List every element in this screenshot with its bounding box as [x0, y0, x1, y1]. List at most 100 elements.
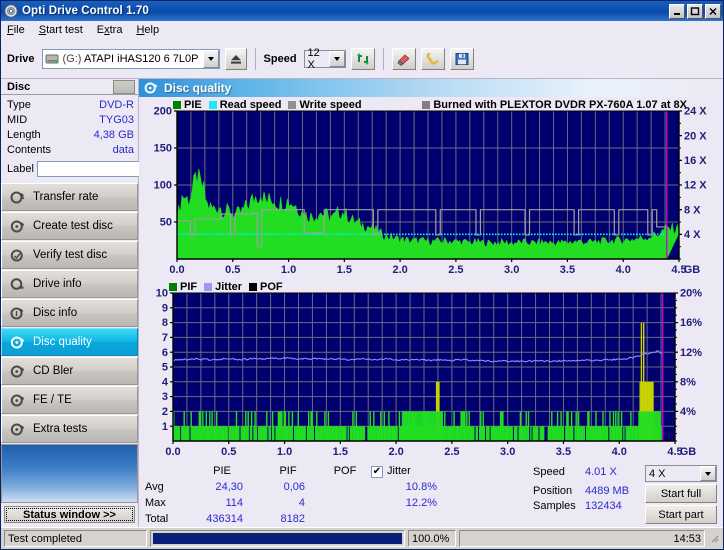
sidebar-item-label: FE / TE — [33, 394, 72, 406]
readout-value: 4489 MB — [585, 485, 630, 497]
jitter-checkbox[interactable]: ✔ — [371, 465, 383, 478]
sidebar-item-label: Create test disc — [33, 220, 113, 232]
status-window-button[interactable]: Status window >> — [4, 506, 135, 523]
disc-panel-header: Disc — [1, 79, 138, 95]
menu-item-help[interactable]: Help — [136, 24, 159, 36]
sidebar-item-disc-info[interactable]: Disc info — [1, 299, 138, 327]
stats-right: Speed 4.01 X Position 4489 MB Samples 13… — [439, 464, 723, 527]
drive-icon — [45, 52, 60, 66]
start-part-button[interactable]: Start part — [645, 505, 717, 524]
stats-max-pof — [319, 496, 371, 511]
save-button[interactable] — [449, 47, 474, 70]
sidebar-item-transfer-rate[interactable]: Transfer rate — [1, 183, 138, 211]
check-icon: ✔ — [372, 465, 382, 477]
erase-button[interactable] — [391, 47, 416, 70]
panel-header: Disc quality — [139, 79, 723, 97]
sidebar-item-disc-quality[interactable]: Disc quality — [1, 328, 138, 356]
svg-text:12 X: 12 X — [684, 180, 707, 192]
main-panel: Disc quality PIE Read speed Write speed … — [139, 79, 723, 527]
pif-chart[interactable]: PIF Jitter POF 10 9 8 7 6 5 4 3 2 1 20% 16% 12% 8% 4% 0… — [139, 279, 723, 461]
svg-text:GB: GB — [684, 264, 701, 276]
sidebar-item-cd-bler[interactable]: CD Bler — [1, 357, 138, 385]
readout-position: Position 4489 MB — [533, 484, 639, 499]
svg-text:0.0: 0.0 — [165, 446, 180, 458]
speed-value: 12 X — [307, 46, 320, 71]
drive-select[interactable]: (G:) ATAPI iHAS120 6 7L0P — [41, 48, 220, 69]
refresh-button[interactable] — [350, 47, 375, 70]
sidebar-item-label: Transfer rate — [33, 191, 99, 203]
svg-text:4.0: 4.0 — [612, 446, 627, 458]
test-speed-select[interactable]: 4 X — [645, 465, 717, 482]
svg-text:200: 200 — [154, 106, 172, 118]
svg-text:9: 9 — [162, 302, 168, 314]
stats-corner — [145, 464, 187, 479]
toolbar: Drive (G:) ATAPI iHAS120 6 7L0P Speed 12… — [1, 39, 723, 79]
chevron-down-icon[interactable] — [328, 50, 345, 67]
disc-quality-icon — [144, 81, 158, 95]
start-full-button[interactable]: Start full — [645, 484, 717, 503]
pie-chart[interactable]: PIE Read speed Write speed Burned with P… — [139, 97, 723, 279]
status-message: Test completed — [4, 530, 147, 547]
svg-text:0.5: 0.5 — [221, 446, 236, 458]
sidebar-item-fe-te[interactable]: FE / TE — [1, 386, 138, 414]
window-controls — [669, 3, 721, 19]
stats-avg-pie: 24,30 — [215, 481, 243, 493]
stats-header-pie: PIE — [213, 465, 231, 477]
toolbar-divider-2 — [382, 47, 384, 70]
menu-item-file[interactable]: FFileile — [7, 24, 25, 36]
disc-quality-icon — [10, 335, 25, 350]
stats-readouts: Speed 4.01 X Position 4489 MB Samples 13… — [533, 464, 639, 527]
svg-text:150: 150 — [154, 143, 172, 155]
drive-letter: (G:) — [62, 52, 82, 65]
sidebar-filler — [1, 444, 138, 503]
disc-label-key: Label — [7, 163, 34, 175]
toolbar-divider-1 — [254, 47, 256, 70]
svg-text:2.5: 2.5 — [448, 264, 463, 276]
disc-verify-icon — [10, 248, 25, 263]
svg-text:1.0: 1.0 — [277, 446, 292, 458]
sidebar-item-create-test-disc[interactable]: Create test disc — [1, 212, 138, 240]
sidebar-item-verify-test-disc[interactable]: Verify test disc — [1, 241, 138, 269]
readout-speed: Speed 4.01 X — [533, 465, 639, 480]
jitter-label: Jitter — [387, 465, 411, 477]
eject-button[interactable] — [224, 47, 247, 70]
jitter-toggle[interactable]: ✔ Jitter — [371, 464, 445, 479]
readout-key: Position — [533, 485, 573, 497]
svg-text:4 X: 4 X — [684, 229, 701, 241]
menu-item-start-test[interactable]: Start test — [39, 24, 83, 36]
menu-item-extra[interactable]: Extra — [97, 24, 123, 36]
sidebar-item-extra-tests[interactable]: Extra tests — [1, 415, 138, 443]
stats-panel: PIE PIF POF ✔ Jitter Avg 24,30 0,06 10.8… — [139, 461, 723, 527]
svg-text:0.5: 0.5 — [225, 264, 240, 276]
key-button[interactable] — [420, 47, 445, 70]
svg-text:4.0: 4.0 — [616, 264, 631, 276]
svg-text:2.0: 2.0 — [388, 446, 403, 458]
disc-info-row-mid: MID TYG03 — [7, 113, 134, 128]
minimize-button[interactable] — [669, 3, 685, 19]
svg-text:4%: 4% — [680, 406, 696, 418]
disc-info-row-contents: Contents data — [7, 143, 134, 158]
disc-info-key: Length — [7, 129, 41, 141]
chevron-down-icon[interactable] — [202, 49, 219, 68]
svg-text:16%: 16% — [680, 317, 702, 329]
pie-plot-wrap: 200 150 100 50 24 X 20 X 16 X 12 X 8 X 4 X 0.0 0.5 1… — [139, 97, 723, 279]
resize-grip-icon[interactable] — [708, 532, 720, 546]
sidebar-item-drive-info[interactable]: Drive info — [1, 270, 138, 298]
stats-grid: PIE PIF POF ✔ Jitter Avg 24,30 0,06 10.8… — [145, 464, 439, 527]
svg-text:16 X: 16 X — [684, 155, 707, 167]
chevron-down-icon[interactable] — [700, 466, 716, 481]
stats-total-jitter — [371, 512, 445, 527]
svg-text:4: 4 — [162, 376, 169, 388]
readout-key: Samples — [533, 500, 576, 512]
stats-avg-pif: 0,06 — [283, 481, 305, 493]
maximize-button[interactable] — [687, 3, 703, 19]
stats-header-pif: PIF — [279, 465, 297, 477]
close-button[interactable] — [705, 3, 721, 19]
elapsed-time: 14:53 — [459, 530, 705, 547]
speed-select[interactable]: 12 X — [303, 46, 346, 71]
stats-max-pie: 114 — [225, 497, 243, 509]
stats-max-pif: 4 — [298, 497, 305, 509]
stats-max-jitter: 12.2% — [405, 497, 437, 509]
svg-text:50: 50 — [160, 217, 172, 229]
sidebar-item-label: Extra tests — [33, 423, 88, 435]
